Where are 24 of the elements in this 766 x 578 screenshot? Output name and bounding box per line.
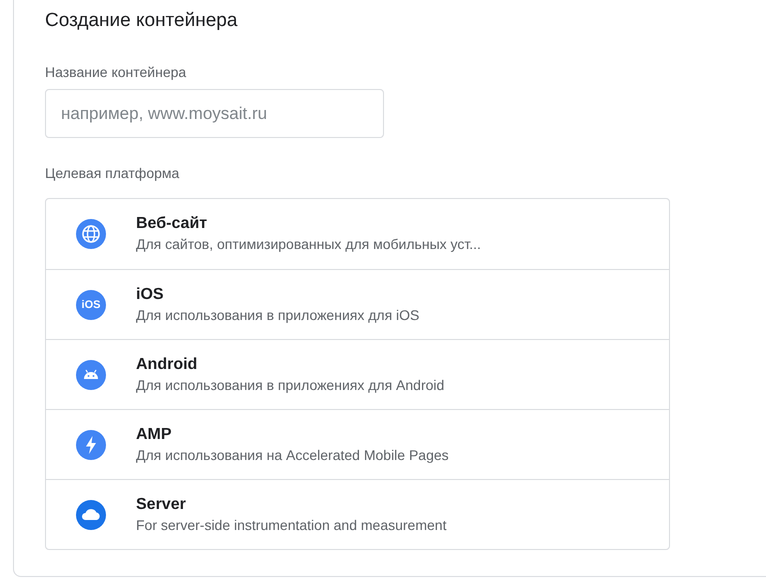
option-description: Для использования в приложениях для Android bbox=[136, 376, 444, 394]
platform-option[interactable]: Android Для использования в приложениях для Android bbox=[46, 339, 669, 409]
platform-option[interactable]: Веб-сайт Для сайтов, оптимизированных для мобильных уст... bbox=[46, 199, 669, 269]
platform-option[interactable]: AMP Для использования на Accelerated Mobile Pages bbox=[46, 409, 669, 479]
option-description: Для использования на Accelerated Mobile Pages bbox=[136, 446, 449, 464]
android-icon bbox=[76, 360, 106, 390]
globe-icon bbox=[76, 219, 106, 249]
field-label: Целевая платформа bbox=[45, 164, 180, 182]
ios-icon: iOS bbox=[76, 290, 106, 320]
option-title: Server bbox=[136, 494, 187, 514]
option-description: Для сайтов, оптимизированных для мобильных уст... bbox=[136, 235, 481, 254]
field-label: Название контейнера bbox=[45, 63, 188, 81]
input-field[interactable]: например, www.moysait.ru bbox=[45, 89, 384, 138]
dialog-title: Создание контейнера bbox=[45, 9, 238, 33]
platform-option[interactable]: iOS iOS Для использования в приложениях для iOS bbox=[46, 269, 669, 339]
option-title: Веб-сайт bbox=[136, 214, 208, 234]
cloud-icon bbox=[76, 500, 106, 530]
platform-option[interactable]: Server For server-side instrumentation and measurement bbox=[46, 479, 669, 549]
option-description: For server-side instrumentation and measurement bbox=[136, 516, 446, 534]
option-title: Android bbox=[136, 354, 198, 374]
option-title: AMP bbox=[136, 424, 173, 444]
option-title: iOS bbox=[136, 284, 165, 304]
option-description: Для использования в приложениях для iOS bbox=[136, 306, 420, 324]
lightning-icon bbox=[76, 430, 106, 460]
